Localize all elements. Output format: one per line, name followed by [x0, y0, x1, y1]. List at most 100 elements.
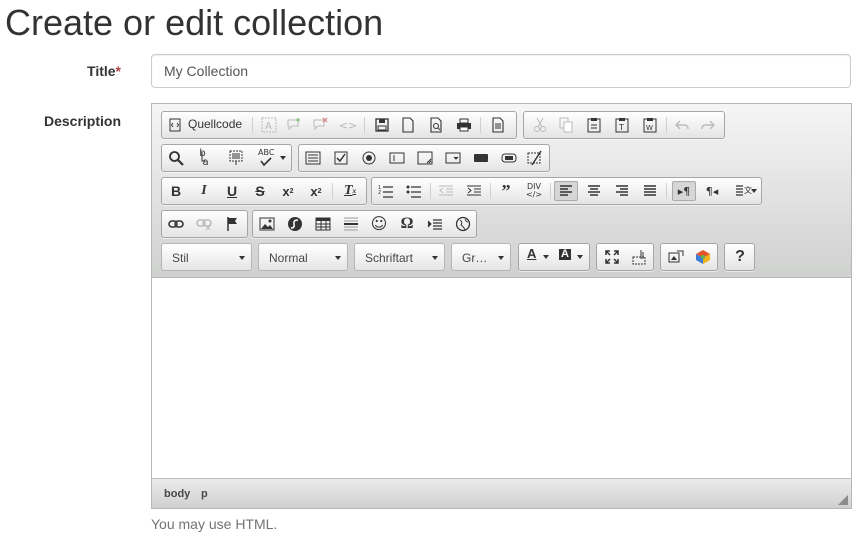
- ltr-icon[interactable]: ▸¶: [672, 181, 696, 201]
- paste-text-icon[interactable]: T: [610, 115, 634, 135]
- help-icon[interactable]: ?: [728, 247, 752, 267]
- style-dropdown[interactable]: Stil: [161, 243, 252, 271]
- preview-icon[interactable]: [424, 115, 448, 135]
- format-dropdown[interactable]: Normal: [258, 243, 348, 271]
- style-dropdown-label: Stil: [172, 251, 189, 265]
- strike-icon[interactable]: S: [248, 181, 272, 201]
- align-left-icon[interactable]: [554, 181, 578, 201]
- align-justify-icon[interactable]: [638, 181, 662, 201]
- font-dropdown-label: Schriftart: [365, 251, 414, 265]
- image-button-icon[interactable]: [497, 148, 521, 168]
- chevron-down-icon: [335, 256, 341, 260]
- flash-icon[interactable]: [283, 214, 307, 234]
- blockquote-icon[interactable]: ”: [494, 181, 518, 201]
- new-page-icon[interactable]: [396, 115, 420, 135]
- paste-word-icon[interactable]: W: [638, 115, 662, 135]
- form-icon[interactable]: [301, 148, 325, 168]
- indent-icon[interactable]: [462, 181, 486, 201]
- rich-text-editor: Quellcode A <> T W b a ABC B I U S x 2 x…: [151, 103, 852, 509]
- title-input[interactable]: [151, 54, 851, 88]
- italic-icon[interactable]: I: [192, 181, 216, 201]
- path-item-p[interactable]: p: [201, 488, 208, 500]
- code-icon[interactable]: <>: [336, 115, 360, 135]
- radio-icon[interactable]: [357, 148, 381, 168]
- save-icon[interactable]: [370, 115, 394, 135]
- text-color-icon[interactable]: A: [522, 247, 552, 267]
- editor-statusbar: body p: [152, 478, 851, 508]
- remove-comment-icon[interactable]: [308, 115, 332, 135]
- templates-icon[interactable]: [486, 115, 510, 135]
- source-label: Quellcode: [188, 117, 243, 131]
- horizontal-rule-icon[interactable]: [339, 214, 363, 234]
- chevron-down-icon: [432, 256, 438, 260]
- paste-icon[interactable]: [582, 115, 606, 135]
- align-center-icon[interactable]: [582, 181, 606, 201]
- add-comment-icon[interactable]: [282, 115, 306, 135]
- iframe-globe-icon[interactable]: [451, 214, 475, 234]
- bulleted-list-icon[interactable]: [402, 181, 426, 201]
- link-icon[interactable]: [164, 214, 188, 234]
- bold-icon[interactable]: B: [164, 181, 188, 201]
- table-icon[interactable]: [311, 214, 335, 234]
- spellcheck-icon[interactable]: ABC: [254, 148, 288, 168]
- size-dropdown[interactable]: Gr…: [451, 243, 511, 271]
- svg-text:A: A: [265, 121, 272, 132]
- description-label: Description: [43, 113, 121, 129]
- smiley-icon[interactable]: ☺: [367, 214, 391, 234]
- replace-icon[interactable]: b a: [192, 148, 216, 168]
- required-mark: *: [115, 63, 121, 79]
- toolbar-group-plugins: [660, 243, 718, 271]
- select-all-icon[interactable]: [224, 148, 248, 168]
- anchor-icon[interactable]: [220, 214, 244, 234]
- numbered-list-icon[interactable]: 12: [374, 181, 398, 201]
- textarea-icon[interactable]: [413, 148, 437, 168]
- embed-media-icon[interactable]: [664, 247, 688, 267]
- toolbar-group-about: ?: [724, 243, 755, 271]
- cut-icon[interactable]: [528, 115, 552, 135]
- superscript-icon[interactable]: x2: [304, 181, 328, 201]
- plugin-cube-icon[interactable]: [691, 247, 715, 267]
- copy-icon[interactable]: [554, 115, 578, 135]
- path-item-body[interactable]: body: [164, 488, 190, 500]
- rtl-icon[interactable]: ¶◂: [700, 181, 724, 201]
- page-title: Create or edit collection: [5, 2, 384, 43]
- svg-text:2: 2: [378, 190, 381, 196]
- toolbar-group-links: [161, 210, 248, 238]
- page-break-icon[interactable]: [423, 214, 447, 234]
- unlink-icon[interactable]: [192, 214, 216, 234]
- print-icon[interactable]: [452, 115, 476, 135]
- outdent-icon[interactable]: [434, 181, 458, 201]
- select-icon[interactable]: [441, 148, 465, 168]
- redo-icon[interactable]: [696, 115, 720, 135]
- chevron-down-icon: [239, 256, 245, 260]
- language-icon[interactable]: 文: [728, 181, 760, 201]
- bg-color-icon[interactable]: A: [556, 247, 586, 267]
- title-label: Title*: [87, 63, 121, 79]
- textfield-icon[interactable]: [385, 148, 409, 168]
- hidden-field-icon[interactable]: [523, 148, 547, 168]
- underline-icon[interactable]: U: [220, 181, 244, 201]
- checkbox-icon[interactable]: [329, 148, 353, 168]
- remove-format-icon[interactable]: Tx: [338, 181, 362, 201]
- svg-text:T: T: [618, 123, 624, 132]
- image-icon[interactable]: [255, 214, 279, 234]
- undo-icon[interactable]: [670, 115, 694, 135]
- toolbar-group-clipboard: T W: [523, 111, 725, 139]
- toolbar-group-insert: ☺ Ω: [252, 210, 477, 238]
- chevron-down-icon: [498, 256, 504, 260]
- source-button[interactable]: Quellcode: [166, 115, 246, 135]
- align-right-icon[interactable]: [610, 181, 634, 201]
- show-blocks-icon[interactable]: [627, 247, 651, 267]
- font-dropdown[interactable]: Schriftart: [354, 243, 445, 271]
- special-char-icon[interactable]: Ω: [395, 214, 419, 234]
- button-icon[interactable]: [469, 148, 493, 168]
- maximize-icon[interactable]: [600, 247, 624, 267]
- autoformat-icon[interactable]: A: [257, 115, 281, 135]
- resize-handle-icon[interactable]: [838, 495, 848, 505]
- editor-toolbar: Quellcode A <> T W b a ABC B I U S x 2 x…: [152, 104, 851, 278]
- toolbar-group-tools: [596, 243, 654, 271]
- editor-content-area[interactable]: [152, 278, 851, 478]
- find-icon[interactable]: [164, 148, 188, 168]
- div-container-icon[interactable]: DIV </>: [522, 181, 546, 201]
- subscript-icon[interactable]: x2: [276, 181, 300, 201]
